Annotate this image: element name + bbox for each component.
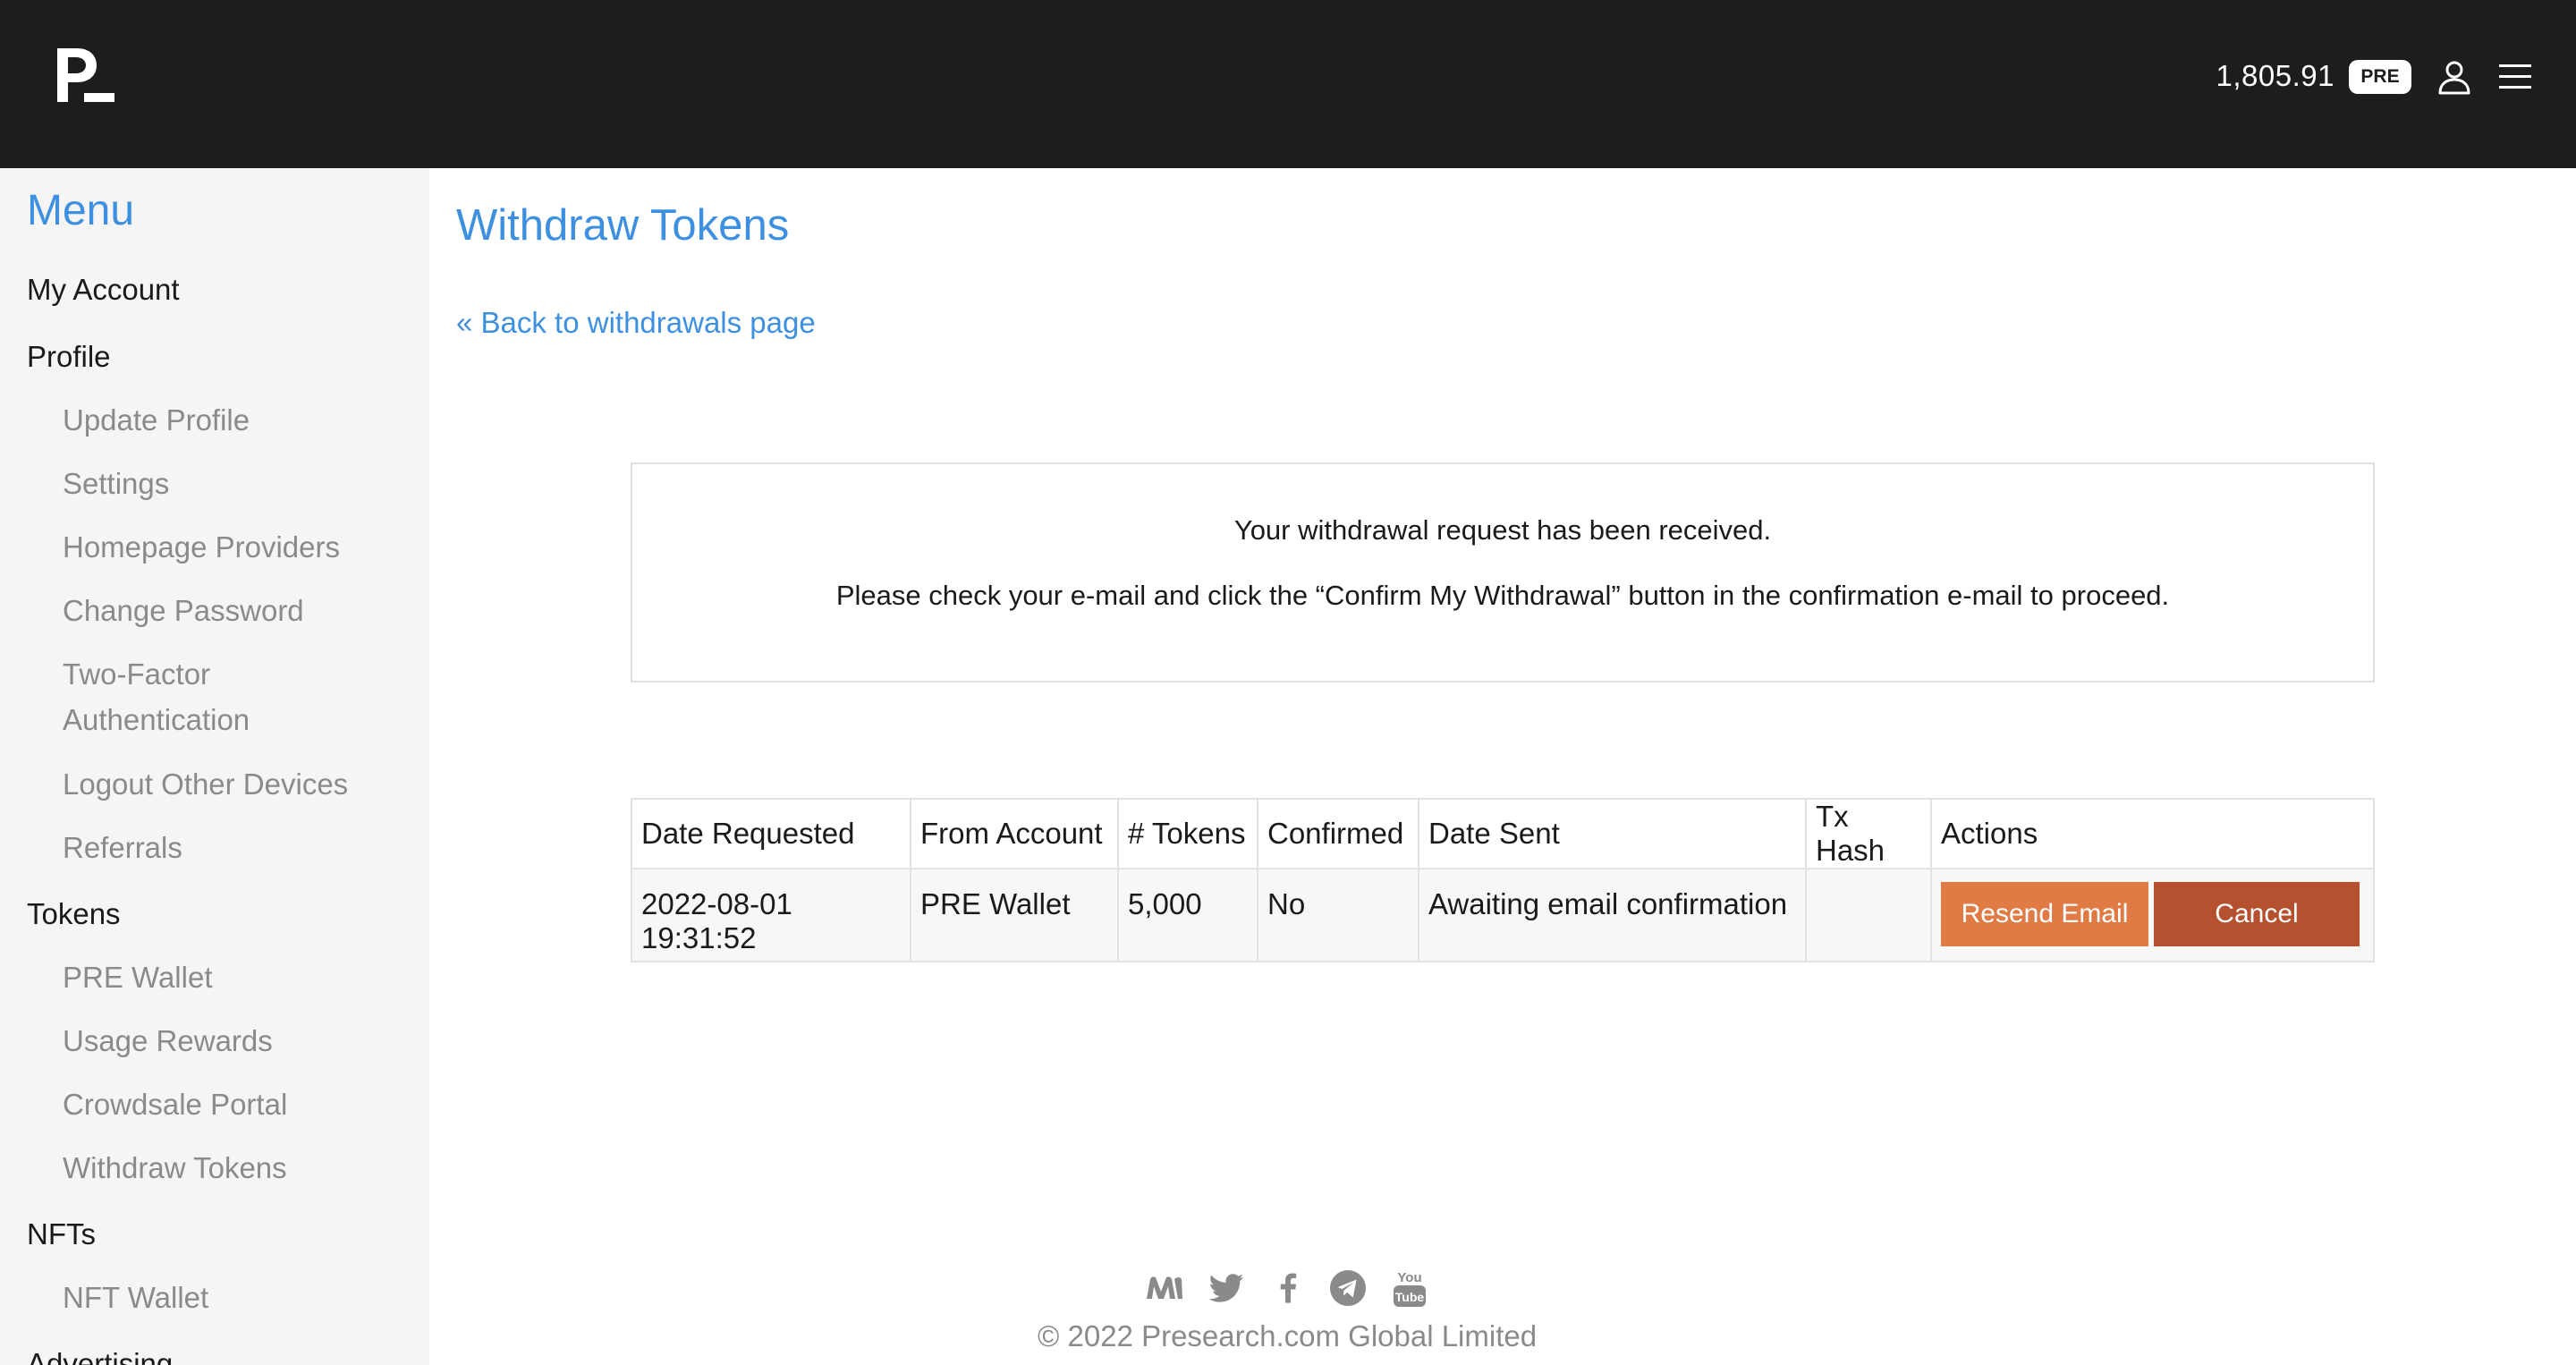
notice-received-text: Your withdrawal request has been receive… [1233, 514, 1772, 546]
facebook-icon[interactable] [1272, 1268, 1304, 1308]
cell-actions: Resend Email Cancel [1930, 868, 2375, 962]
sidebar-title: Menu [27, 187, 135, 234]
sidebar-item-two-factor[interactable]: Two-Factor [63, 657, 210, 691]
sidebar-item-logout-other-devices[interactable]: Logout Other Devices [63, 767, 348, 801]
sidebar-item-nft-wallet[interactable]: NFT Wallet [63, 1281, 208, 1315]
cell-from-account: PRE Wallet [910, 868, 1119, 962]
col-date-requested: Date Requested [631, 798, 911, 869]
sidebar-item-advertising[interactable]: Advertising [27, 1347, 173, 1365]
sidebar-item-nfts[interactable]: NFTs [27, 1217, 96, 1251]
token-balance: 1,805.91 [2216, 59, 2334, 92]
youtube-icon-text-bottom: Tube [1395, 1290, 1425, 1304]
youtube-icon-text-top: You [1397, 1270, 1421, 1285]
sidebar-item-profile[interactable]: Profile [27, 340, 111, 374]
notice-instructions-text: Please check your e-mail and click the “… [835, 580, 2170, 611]
page-title: Withdraw Tokens [456, 201, 790, 250]
sidebar-item-update-profile[interactable]: Update Profile [63, 403, 250, 437]
top-bar: 1,805.91 PRE [0, 0, 2576, 168]
col-tx-hash: Tx Hash [1805, 798, 1932, 869]
medium-icon[interactable] [1145, 1268, 1184, 1308]
cell-tokens: 5,000 [1117, 868, 1258, 962]
youtube-icon[interactable]: You Tube [1392, 1268, 1428, 1308]
sidebar-menu: Menu My Account Profile Update Profile S… [0, 168, 429, 1365]
withdrawals-table: Date Requested From Account # Tokens Con… [631, 798, 2375, 962]
col-confirmed: Confirmed [1257, 798, 1419, 869]
withdrawal-notice: Your withdrawal request has been receive… [631, 462, 2375, 682]
cell-tx-hash [1805, 868, 1932, 962]
col-tokens: # Tokens [1117, 798, 1258, 869]
telegram-icon[interactable] [1329, 1268, 1367, 1308]
currency-badge: PRE [2349, 60, 2411, 94]
hamburger-menu-icon[interactable] [2499, 63, 2531, 91]
col-from-account: From Account [910, 798, 1119, 869]
sidebar-item-homepage-providers[interactable]: Homepage Providers [63, 530, 340, 564]
col-date-sent: Date Sent [1418, 798, 1807, 869]
cell-confirmed: No [1257, 868, 1419, 962]
col-actions: Actions [1930, 798, 2375, 869]
back-to-withdrawals-link[interactable]: « Back to withdrawals page [456, 306, 816, 340]
cancel-button[interactable]: Cancel [2154, 882, 2360, 946]
sidebar-item-withdraw-tokens[interactable]: Withdraw Tokens [63, 1151, 287, 1185]
sidebar-item-tokens[interactable]: Tokens [27, 897, 121, 931]
user-icon[interactable] [2436, 59, 2472, 95]
sidebar-item-settings[interactable]: Settings [63, 467, 169, 501]
sidebar-item-my-account[interactable]: My Account [27, 273, 180, 307]
table-row: 2022-08-01 19:31:52 PRE Wallet 5,000 No … [631, 868, 2375, 962]
sidebar-item-change-password[interactable]: Change Password [63, 594, 304, 628]
twitter-icon[interactable] [1208, 1268, 1245, 1308]
table-header-row: Date Requested From Account # Tokens Con… [631, 798, 2375, 869]
sidebar-item-referrals[interactable]: Referrals [63, 831, 182, 865]
resend-email-button[interactable]: Resend Email [1941, 882, 2148, 946]
cell-date-sent: Awaiting email confirmation [1418, 868, 1807, 962]
sidebar-item-pre-wallet[interactable]: PRE Wallet [63, 961, 212, 995]
sidebar-item-usage-rewards[interactable]: Usage Rewards [63, 1024, 273, 1058]
footer-copyright: © 2022 Presearch.com Global Limited [1038, 1319, 1538, 1352]
sidebar-item-authentication[interactable]: Authentication [63, 703, 250, 737]
sidebar-item-crowdsale-portal[interactable]: Crowdsale Portal [63, 1088, 287, 1122]
presearch-logo[interactable] [57, 48, 114, 102]
cell-date-requested: 2022-08-01 19:31:52 [631, 868, 911, 962]
